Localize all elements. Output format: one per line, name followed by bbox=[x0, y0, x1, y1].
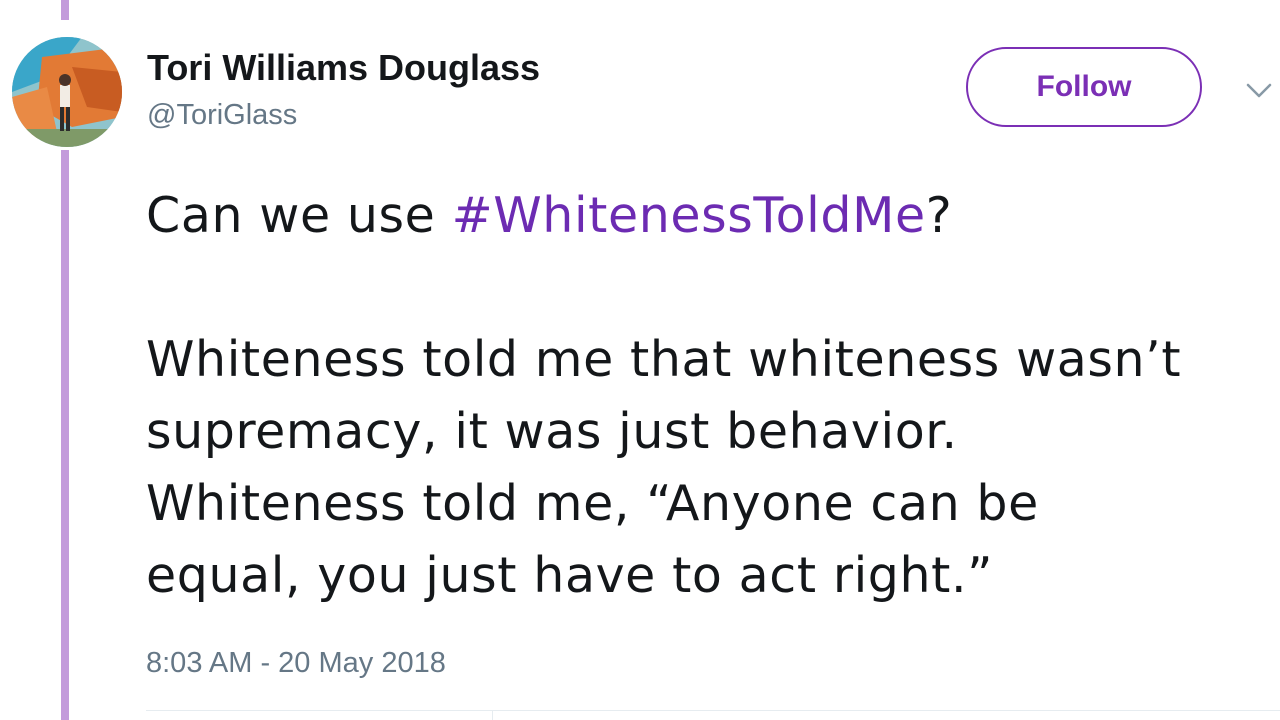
tweet-line: Whiteness told me, “Anyone can be bbox=[146, 475, 1039, 532]
avatar[interactable] bbox=[12, 37, 122, 147]
timestamp-link[interactable]: 8:03 AM - 20 May 2018 bbox=[146, 644, 446, 682]
tweet-line: Whiteness told me that whiteness wasn’t bbox=[146, 331, 1182, 388]
display-name[interactable]: Tori Williams Douglass bbox=[147, 46, 540, 90]
follow-button[interactable]: Follow bbox=[966, 47, 1202, 127]
tweet-text-segment: ? bbox=[925, 187, 953, 244]
tweet-text: Can we use #WhitenessToldMe? Whiteness t… bbox=[146, 180, 1276, 612]
tweet-text-segment: Can we use bbox=[146, 187, 452, 244]
thread-line bbox=[61, 150, 69, 720]
chevron-down-icon[interactable] bbox=[1244, 76, 1274, 106]
thread-line bbox=[61, 0, 69, 20]
tweet-line: supremacy, it was just behavior. bbox=[146, 403, 958, 460]
tweet-line: Can we use #WhitenessToldMe? bbox=[146, 180, 1276, 252]
tweet-line: equal, you just have to act right.” bbox=[146, 547, 994, 604]
user-handle[interactable]: @ToriGlass bbox=[147, 96, 297, 134]
hashtag-link[interactable]: #WhitenessToldMe bbox=[452, 187, 926, 244]
divider bbox=[146, 710, 1280, 711]
profile-photo-icon bbox=[12, 37, 122, 147]
divider bbox=[492, 710, 493, 720]
tweet: Tori Williams Douglass @ToriGlass Follow… bbox=[0, 0, 1280, 720]
